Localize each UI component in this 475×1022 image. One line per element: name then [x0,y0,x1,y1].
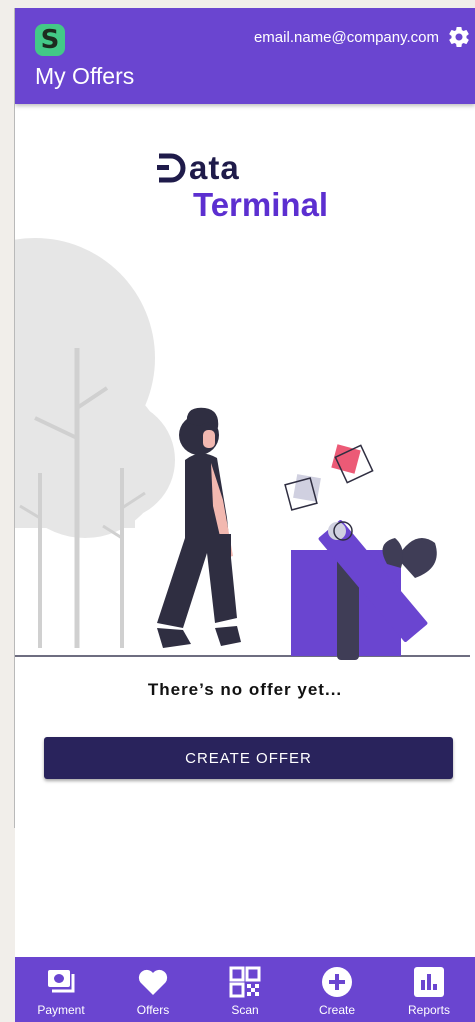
nav-label-create: Create [318,1003,356,1017]
app-screen: S My Offers email.name@company.com ata T… [15,8,475,1022]
brand-name-line1: ata [189,149,240,186]
top-app-bar: S My Offers email.name@company.com [15,8,475,104]
qr-code-icon [229,966,261,998]
nav-item-offers[interactable]: Offers [107,957,199,1022]
page-title: My Offers [35,63,135,89]
nav-item-payment[interactable]: Payment [15,957,107,1022]
app-logo: S [35,24,65,56]
nav-label-payment: Payment [37,1003,85,1017]
bar-chart-icon [414,967,444,997]
nav-label-reports: Reports [407,1003,451,1017]
payment-icon [48,970,75,993]
plus-circle-icon [322,967,352,997]
nav-item-reports[interactable]: Reports [383,957,475,1022]
nav-label-scan: Scan [231,1003,259,1017]
brand-d-mark [157,153,186,183]
app-logo-letter: S [40,25,60,55]
heart-icon [138,969,168,995]
bottom-navigation: Payment Offers Scan Create Reports [15,957,475,1022]
empty-state-message: There’s no offer yet... [147,680,343,699]
gear-icon[interactable] [447,25,471,49]
brand-logo: ata Terminal [15,144,475,234]
create-offer-button[interactable]: CREATE OFFER [44,737,453,779]
empty-offers-illustration [15,238,470,660]
nav-item-scan[interactable]: Scan [199,957,291,1022]
brand-name-line2: Terminal [193,186,329,223]
user-email[interactable]: email.name@company.com [254,29,439,47]
nav-label-offers: Offers [136,1003,170,1017]
nav-item-create[interactable]: Create [291,957,383,1022]
